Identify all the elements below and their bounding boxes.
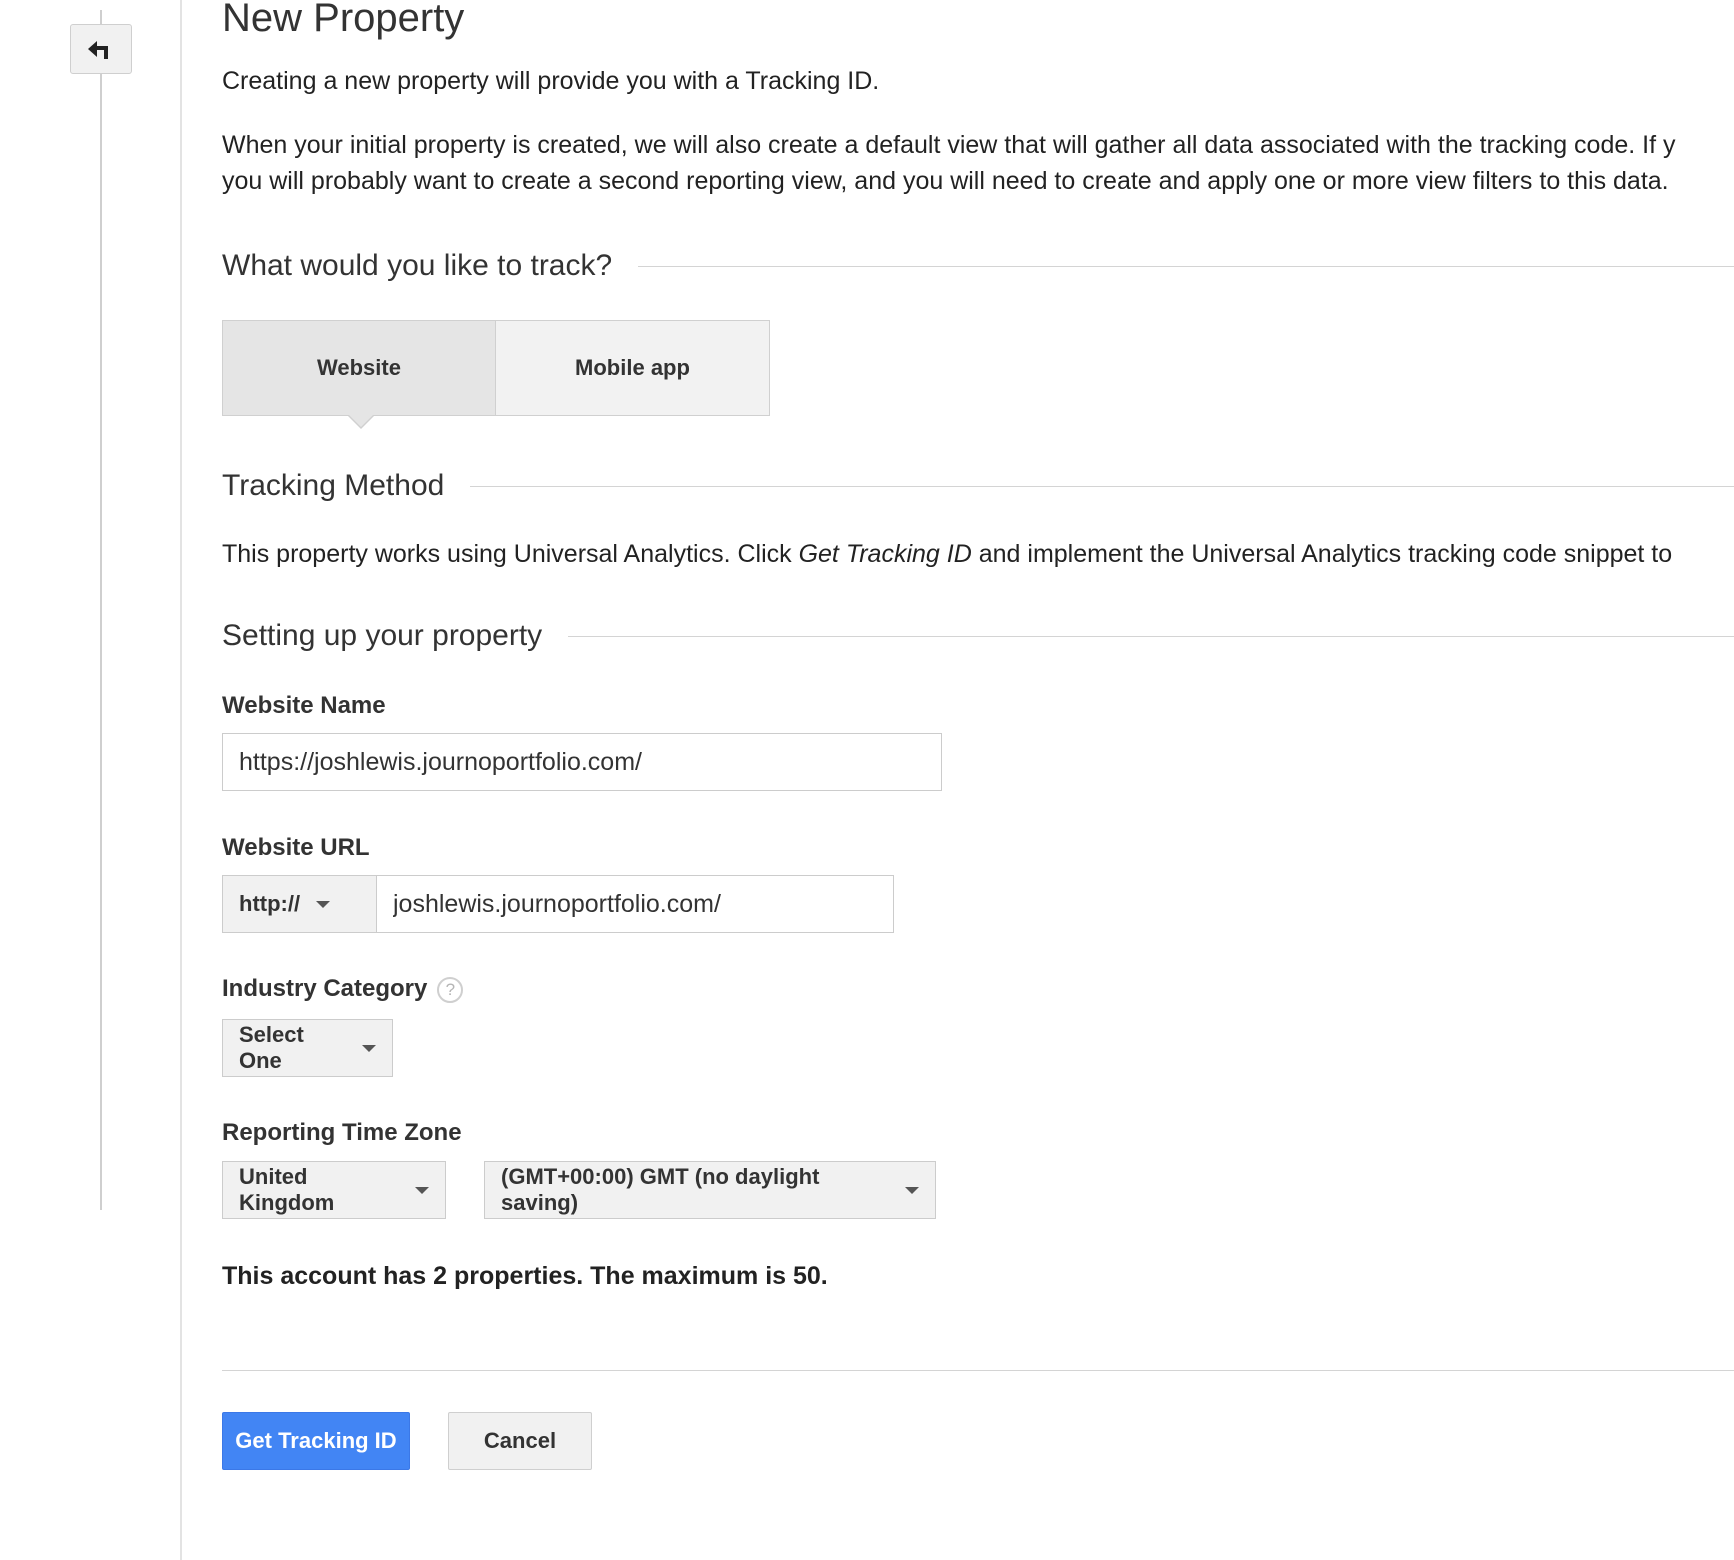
page-title: New Property [222,0,465,40]
method-text-emphasis: Get Tracking ID [798,540,972,568]
timezone-country-dropdown[interactable]: United Kingdom [222,1161,446,1219]
cancel-button[interactable]: Cancel [448,1412,592,1470]
website-option-label: Website [317,355,401,380]
timezone-dropdown[interactable]: (GMT+00:00) GMT (no daylight saving) [484,1161,936,1219]
track-heading-text: What would you like to track? [222,249,613,282]
website-name-input[interactable] [222,733,942,791]
track-type-selector: Website Mobile app [222,320,770,429]
setup-section-heading: Setting up your property [222,619,1734,653]
method-heading-text: Tracking Method [222,469,445,502]
help-icon[interactable]: ? [437,976,464,1003]
protocol-dropdown[interactable]: http:// [222,875,377,933]
intro-text: Creating a new property will provide you… [222,67,880,95]
sidebar-divider [180,0,182,1560]
timezone-country-value: United Kingdom [239,1164,335,1215]
intro-detail: When your initial property is created, w… [222,127,1676,199]
website-url-label: Website URL [222,834,370,861]
intro-detail-line1: When your initial property is created, w… [222,131,1676,159]
industry-dropdown[interactable]: Select One [222,1019,393,1077]
mobile-app-option[interactable]: Mobile app [496,320,770,416]
timezone-value: (GMT+00:00) GMT (no daylight saving) [501,1164,820,1215]
section-divider [638,265,1734,267]
timeline-line [100,10,102,1210]
timezone-label: Reporting Time Zone [222,1119,462,1146]
caret-down-icon [415,1186,429,1194]
get-tracking-id-button[interactable]: Get Tracking ID [222,1412,410,1470]
industry-value: Select One [239,1022,304,1073]
method-text-before: This property works using Universal Anal… [222,540,799,568]
selected-pointer [347,414,375,429]
industry-category-label: Industry Category? [222,975,464,1003]
mobile-app-option-label: Mobile app [575,355,690,380]
protocol-value: http:// [239,891,301,916]
caret-down-icon [905,1186,919,1194]
website-name-label: Website Name [222,692,386,719]
website-option[interactable]: Website [222,320,496,429]
industry-label-text: Industry Category [222,975,428,1002]
setup-heading-text: Setting up your property [222,619,543,652]
caret-down-icon [362,1044,376,1052]
section-divider [568,635,1734,637]
method-section-heading: Tracking Method [222,469,1734,503]
back-button[interactable] [70,24,132,74]
property-limit-text: This account has 2 properties. The maxim… [222,1262,828,1290]
back-arrow-icon [88,41,108,59]
method-text-after: and implement the Universal Analytics tr… [971,540,1673,568]
method-description: This property works using Universal Anal… [222,540,1672,569]
website-url-input[interactable] [376,875,894,933]
section-divider [470,485,1734,487]
intro-detail-line2: you will probably want to create a secon… [222,167,1669,195]
caret-down-icon [316,900,331,908]
track-section-heading: What would you like to track? [222,249,1734,283]
footer-divider [222,1370,1734,1371]
